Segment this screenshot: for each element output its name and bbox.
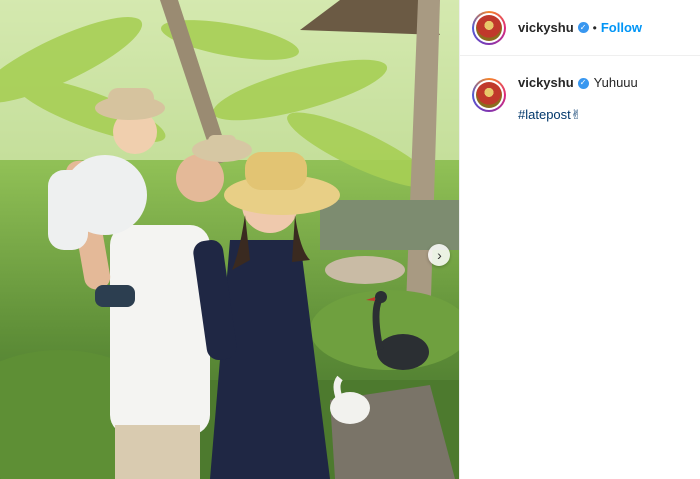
verified-badge-icon: ✓ — [577, 77, 589, 89]
author-username[interactable]: vickyshu — [518, 20, 574, 35]
avatar-image — [476, 14, 502, 41]
caption-comment: vickyshu ✓ Yuhuuu #latepost✌ — [460, 56, 700, 124]
follow-button[interactable]: Follow — [601, 20, 642, 35]
avatar-image — [476, 82, 502, 108]
instagram-post: › vickyshu ✓ • Follow vickyshu ✓ Yuhuuu — [0, 0, 700, 479]
caption-body: vickyshu ✓ Yuhuuu #latepost✌ — [518, 74, 638, 124]
hashtag-link[interactable]: #latepost✌ — [518, 106, 582, 124]
caption-text: Yuhuuu — [593, 75, 638, 90]
separator-dot: • — [592, 20, 597, 35]
caption-avatar[interactable] — [472, 78, 506, 112]
author-avatar[interactable] — [472, 10, 506, 45]
caption-username[interactable]: vickyshu — [518, 74, 574, 92]
post-header: vickyshu ✓ • Follow — [460, 0, 700, 56]
verified-badge-icon: ✓ — [577, 22, 589, 33]
post-photo[interactable]: › — [0, 0, 459, 479]
carousel-next-button[interactable]: › — [428, 244, 450, 266]
chevron-right-icon: › — [437, 247, 442, 263]
post-sidebar: vickyshu ✓ • Follow vickyshu ✓ Yuhuuu #l… — [459, 0, 700, 479]
photo-illustration — [0, 0, 459, 479]
